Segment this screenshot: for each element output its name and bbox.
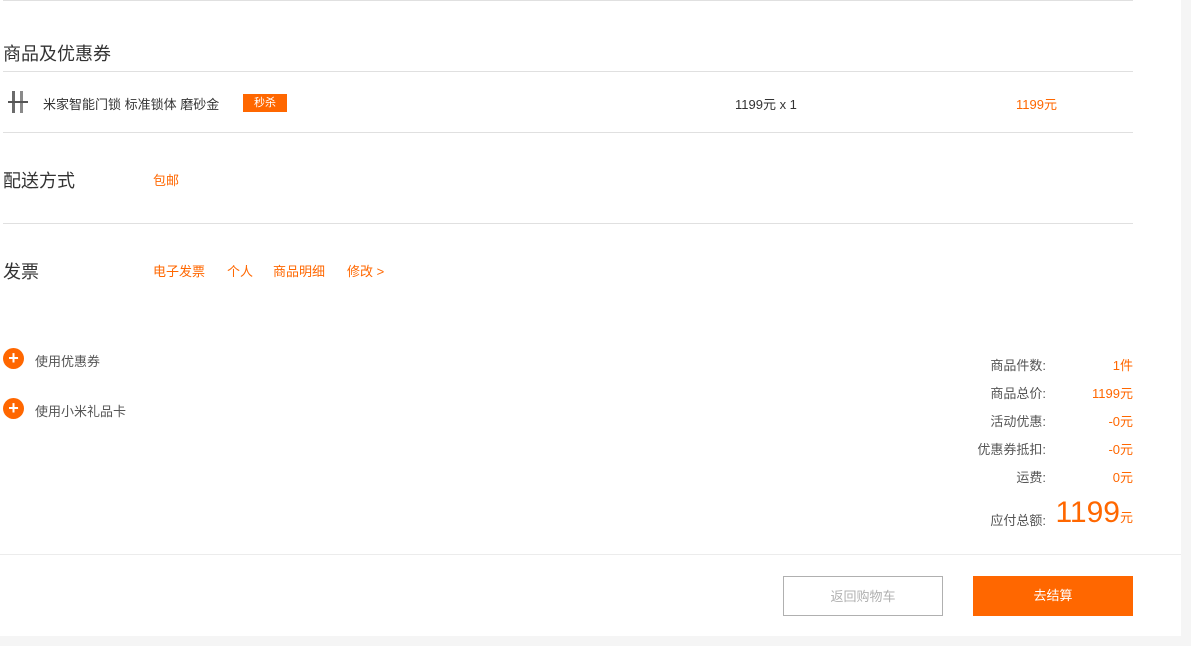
product-name[interactable]: 米家智能门锁 标准锁体 磨砂金	[43, 94, 219, 113]
summary-count-value: 1件	[1112, 358, 1133, 373]
payable-amount: 1199	[1055, 496, 1120, 529]
summary-count-label: 商品件数:	[990, 358, 1046, 373]
flash-sale-badge: 秒杀	[243, 94, 287, 112]
summary-promo-value: -0元	[1108, 414, 1133, 429]
shipping-value: 包邮	[153, 173, 180, 188]
divider-shipping	[3, 223, 1133, 224]
invoice-type: 电子发票	[153, 264, 206, 279]
payable-unit: 元	[1119, 510, 1133, 525]
plus-circle-icon[interactable]: +	[3, 348, 24, 369]
divider-item	[3, 132, 1133, 133]
product-subtotal: 1199元	[1016, 97, 1057, 112]
invoice-title: 发票	[3, 262, 39, 282]
invoice-person: 个人	[227, 264, 254, 279]
summary-freight-value: 0元	[1112, 470, 1133, 485]
divider-footer	[0, 554, 1181, 555]
checkout-button[interactable]: 去结算	[973, 576, 1133, 616]
door-lock-thumbnail[interactable]	[6, 90, 30, 114]
summary-coupon-label: 优惠券抵扣:	[977, 442, 1046, 457]
product-price-qty: 1199元 x 1	[735, 97, 797, 112]
plus-circle-icon[interactable]: +	[3, 398, 24, 419]
invoice-content: 商品明细	[273, 264, 326, 279]
checkout-panel: 商品及优惠券 米家智能门锁 标准锁体 磨砂金 秒杀 1199元 x 1 1199…	[0, 0, 1181, 636]
use-giftcard-link[interactable]: 使用小米礼品卡	[35, 401, 126, 420]
shipping-title: 配送方式	[3, 171, 75, 191]
summary-total-label: 商品总价:	[990, 386, 1046, 401]
invoice-edit-link[interactable]: 修改 >	[347, 261, 384, 280]
summary-freight-label: 运费:	[1016, 470, 1046, 485]
use-coupon-link[interactable]: 使用优惠券	[35, 351, 100, 370]
summary-payable-total: 1199元	[1040, 496, 1133, 530]
back-to-cart-button[interactable]: 返回购物车	[783, 576, 943, 616]
goods-section-title: 商品及优惠券	[3, 44, 111, 64]
divider-goods	[3, 71, 1133, 72]
divider-top	[3, 0, 1133, 1]
summary-total-value: 1199元	[1092, 386, 1133, 401]
summary-payable-label: 应付总额:	[990, 513, 1046, 528]
summary-promo-label: 活动优惠:	[990, 414, 1046, 429]
summary-coupon-value: -0元	[1108, 442, 1133, 457]
